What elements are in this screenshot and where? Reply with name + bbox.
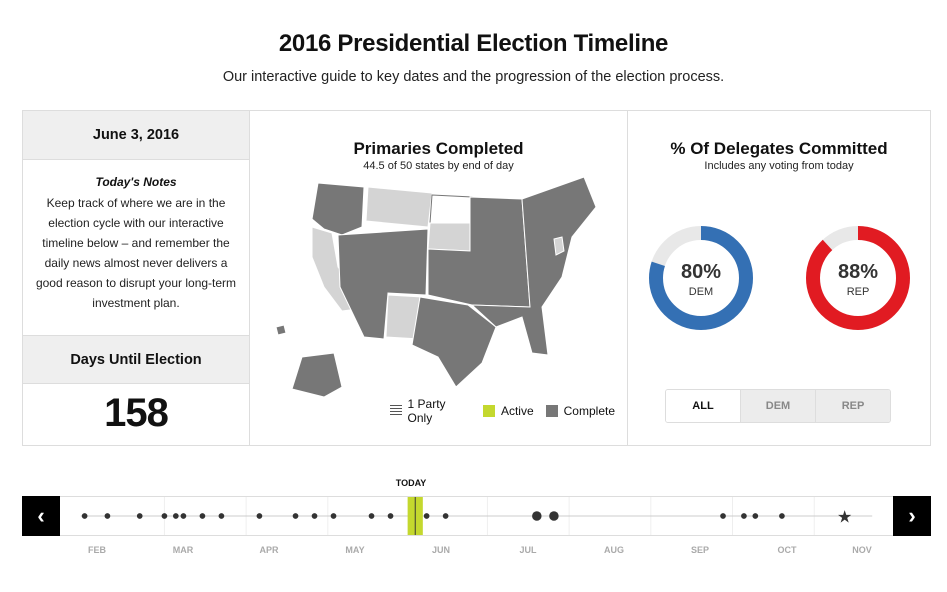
chevron-right-icon: › <box>908 503 916 528</box>
month-label: JUN <box>431 545 451 555</box>
primaries-subtitle: 44.5 of 50 states by end of day <box>363 160 514 172</box>
rep-label: REP <box>846 286 870 298</box>
dem-label: DEM <box>688 286 714 298</box>
month-label: AUG <box>604 545 624 555</box>
state-north-dakota <box>429 194 473 224</box>
us-map[interactable] <box>272 177 602 397</box>
dashboard-panel: June 3, 2016 Today's Notes Keep track of… <box>22 110 931 446</box>
state-south-dakota <box>427 222 471 252</box>
today-label: TODAY <box>395 478 427 488</box>
legend-label: Active <box>500 404 534 418</box>
days-until-election-value: 158 <box>104 391 169 435</box>
state-west-coast <box>311 182 365 236</box>
active-swatch <box>482 405 495 417</box>
legend-label: Complete <box>563 404 615 418</box>
legend-complete: Complete <box>545 404 615 418</box>
current-date: June 3, 2016 <box>23 111 249 160</box>
rep-percent: 88% <box>837 261 879 283</box>
state-montana <box>365 186 433 228</box>
month-label: APR <box>259 545 279 555</box>
delegates-title: % Of Delegates Committed <box>670 139 888 158</box>
timeline-track[interactable]: ★ <box>60 496 893 536</box>
party-filter: ALL DEM REP <box>665 389 891 423</box>
month-label: NOV <box>852 545 872 555</box>
timeline-prev-button[interactable]: ‹ <box>22 496 60 536</box>
delegates-subtitle: Includes any voting from today <box>704 160 854 172</box>
dem-percent: 80% <box>680 261 722 283</box>
star-icon: ★ <box>837 508 852 528</box>
delegates-column: % Of Delegates Committed Includes any vo… <box>628 111 930 445</box>
month-label: JUL <box>519 545 537 555</box>
state-new-jersey <box>553 236 565 256</box>
days-until-election-label: Days Until Election <box>23 335 249 384</box>
timeline-month-labels: FEB MAR APR MAY JUN JUL AUG SEP OCT NOV <box>0 545 947 557</box>
month-label: FEB <box>88 545 106 555</box>
timeline: ‹ ★ › <box>22 496 931 536</box>
legend-active: Active <box>482 404 534 418</box>
chevron-left-icon: ‹ <box>37 503 45 528</box>
info-column: June 3, 2016 Today's Notes Keep track of… <box>23 111 250 445</box>
map-legend: 1 Party Only Active Complete <box>390 397 627 425</box>
legend-label: 1 Party Only <box>407 397 446 425</box>
filter-all-button[interactable]: ALL <box>666 390 740 422</box>
notes-body: Keep track of where we are in the electi… <box>35 196 237 310</box>
page-title: 2016 Presidential Election Timeline <box>278 30 669 57</box>
state-hawaii <box>275 324 287 336</box>
month-label: MAY <box>345 545 365 555</box>
filter-dem-button[interactable]: DEM <box>740 390 815 422</box>
state-alaska <box>291 352 343 397</box>
primaries-column: Primaries Completed 44.5 of 50 states by… <box>250 111 628 445</box>
filter-rep-button[interactable]: REP <box>815 390 890 422</box>
timeline-next-button[interactable]: › <box>893 496 931 536</box>
legend-party-only: 1 Party Only <box>390 397 471 425</box>
notes-title: Today's Notes <box>95 175 177 189</box>
month-label: OCT <box>777 545 797 555</box>
month-label: SEP <box>690 545 710 555</box>
one-party-swatch <box>390 405 402 417</box>
complete-swatch <box>545 405 558 417</box>
primaries-title: Primaries Completed <box>353 139 524 158</box>
rep-donut-label: 88% REP <box>803 261 913 298</box>
dem-donut-label: 80% DEM <box>646 261 756 298</box>
month-label: MAR <box>172 545 194 555</box>
page-subtitle: Our interactive guide to key dates and t… <box>222 69 725 85</box>
